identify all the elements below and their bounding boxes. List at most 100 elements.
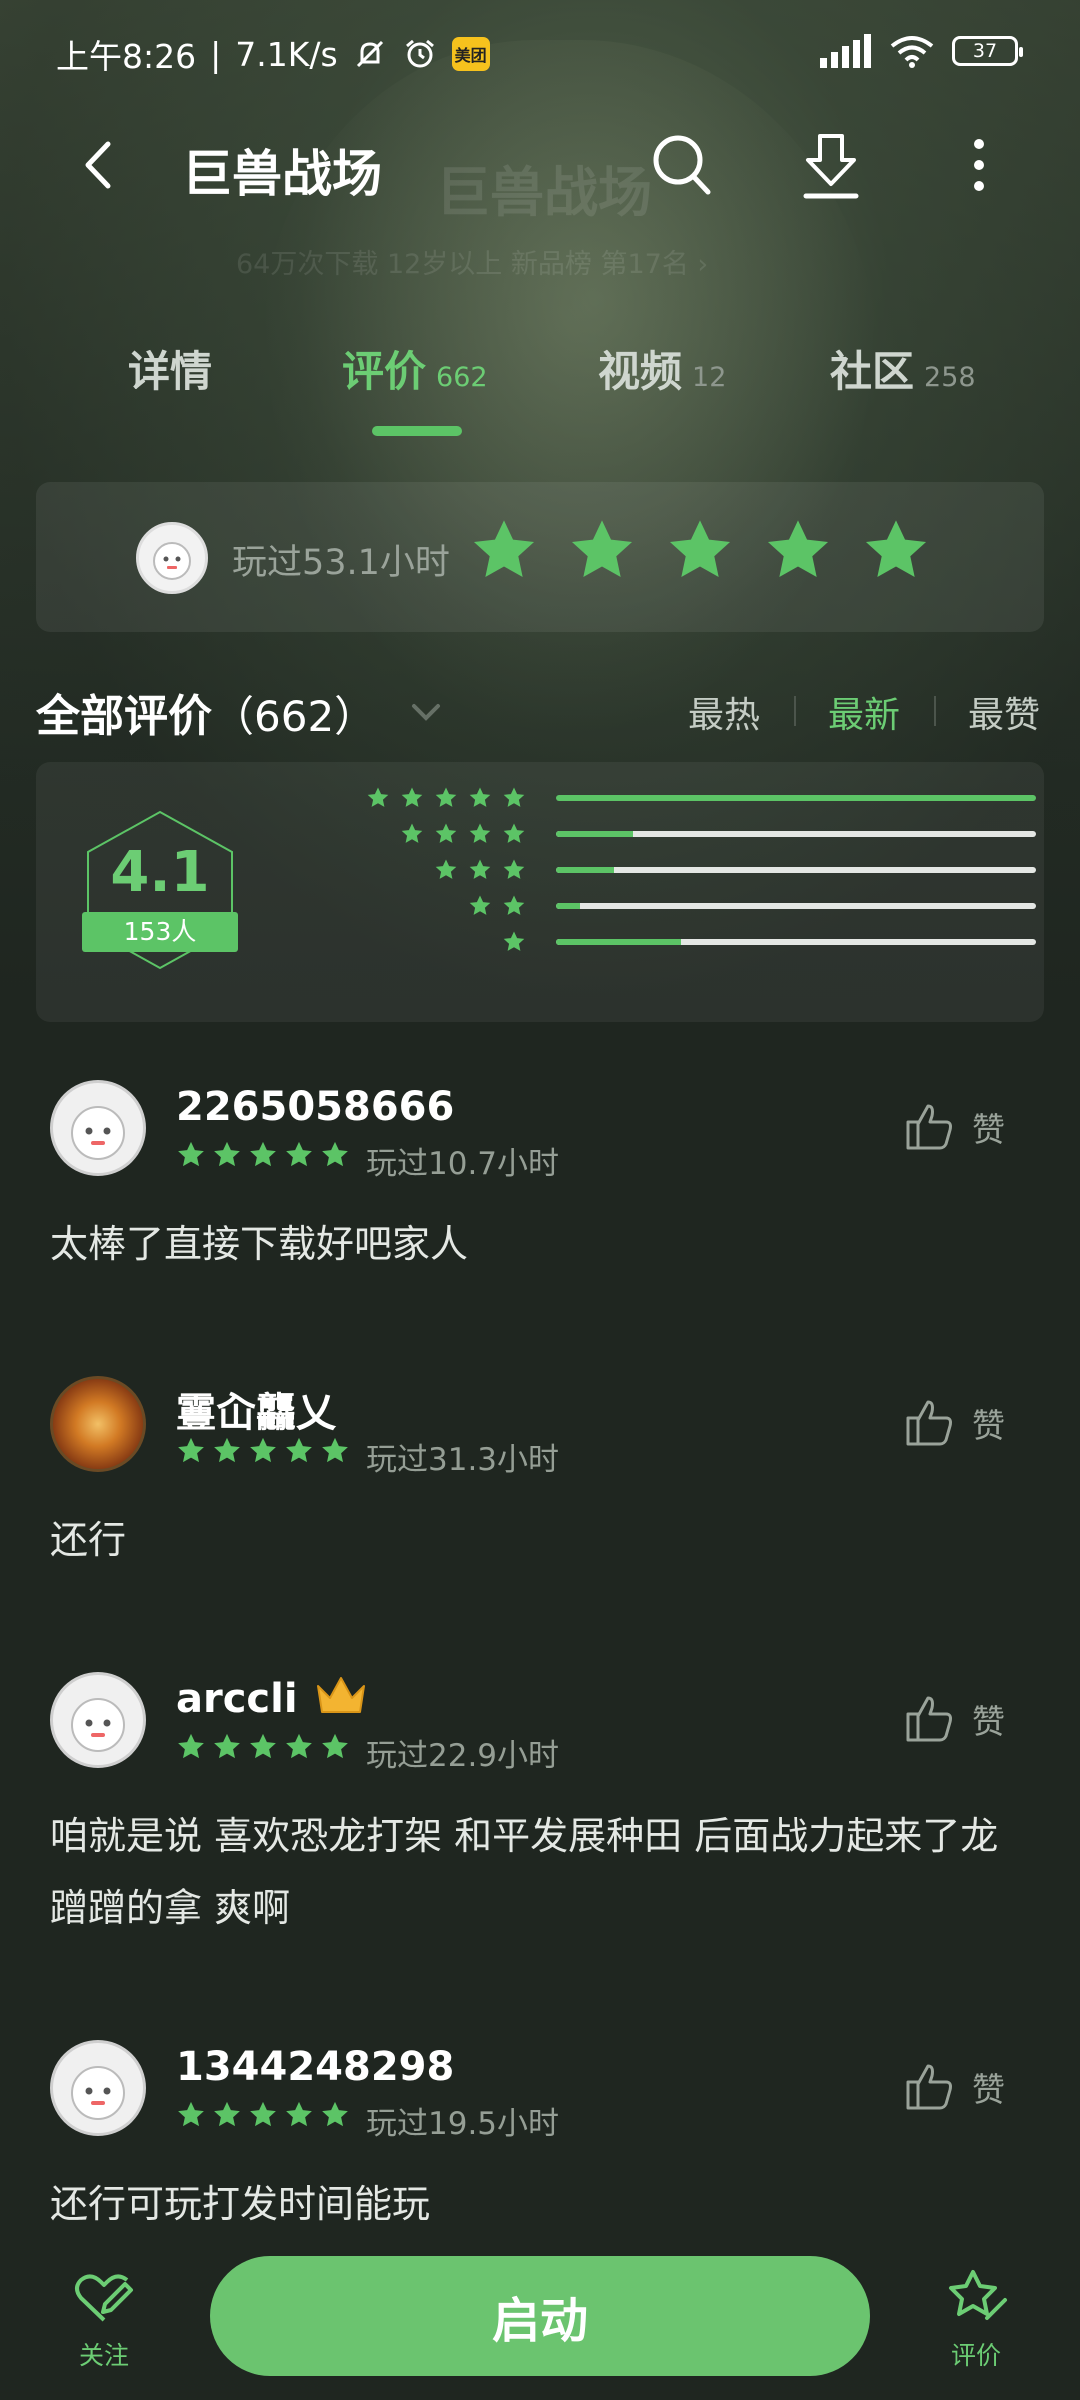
review-item: 1344248298 玩过19.5小时 赞 还行可玩打发时间能玩: [0, 2040, 1080, 2240]
review-stars: [176, 2100, 350, 2130]
distribution-stars: [336, 930, 526, 954]
tab-reviews-label: 评价: [342, 347, 427, 396]
my-star-rating[interactable]: [468, 516, 932, 586]
start-button[interactable]: 启动: [210, 2256, 870, 2376]
robot-avatar-icon: [71, 1698, 125, 1752]
tab-reviews-count: 662: [436, 362, 488, 393]
my-star-1[interactable]: [468, 516, 540, 586]
star-icon: [503, 823, 525, 843]
follow-button[interactable]: 关注: [44, 2266, 164, 2372]
tab-videos-label: 视频: [598, 347, 683, 396]
like-label: 赞: [972, 1702, 1005, 1741]
reviewer-name[interactable]: 1344248298: [176, 2044, 454, 2090]
back-button[interactable]: [70, 130, 130, 200]
tab-details[interactable]: 详情: [128, 338, 212, 399]
star-icon: [178, 1733, 204, 1759]
sort-divider: [794, 696, 796, 726]
reviewer-name[interactable]: arccli: [176, 1676, 298, 1722]
page-title: 巨兽战场: [182, 145, 382, 203]
like-button[interactable]: 赞: [902, 1100, 1005, 1154]
alarm-icon: [405, 39, 434, 68]
follow-label: 关注: [78, 2341, 129, 2370]
reviewer-name[interactable]: 2265058666: [176, 1084, 454, 1130]
distribution-stars: [336, 858, 526, 882]
distribution-row-5-star: [336, 784, 1036, 814]
more-menu-icon[interactable]: [944, 128, 1014, 202]
reviewer-avatar[interactable]: [50, 2040, 146, 2136]
reviews-count: （662）: [212, 692, 377, 741]
reviewer-name[interactable]: 霻屳龘乂: [176, 1380, 336, 1438]
top-bar: 巨兽战场: [0, 110, 1080, 220]
star-icon: [435, 823, 457, 843]
search-icon[interactable]: [646, 128, 716, 202]
robot-avatar-icon: [71, 1106, 125, 1160]
sort-newest[interactable]: 最新: [828, 686, 900, 738]
star-icon: [322, 1437, 348, 1463]
review-text: 还行可玩打发时间能玩: [50, 2182, 431, 2226]
star-icon: [435, 787, 457, 807]
like-button[interactable]: 赞: [902, 1396, 1005, 1450]
sort-most-liked[interactable]: 最赞: [968, 686, 1040, 738]
tab-community-count: 258: [924, 362, 976, 393]
reviewer-avatar[interactable]: [50, 1672, 146, 1768]
crown-icon: [316, 1677, 365, 1713]
star-icon: [286, 2101, 312, 2127]
reviewer-avatar[interactable]: [50, 1080, 146, 1176]
wifi-icon: [890, 36, 934, 68]
distribution-bar: [556, 795, 1036, 801]
tab-reviews[interactable]: 评价 662: [342, 338, 488, 399]
chevron-down-icon[interactable]: [406, 692, 446, 732]
my-star-3[interactable]: [664, 516, 736, 586]
my-star-4[interactable]: [762, 516, 834, 586]
sort-divider: [934, 696, 936, 726]
signal-icon: [820, 34, 871, 68]
hero-ghost-meta: 64万次下载 12岁以上 新品榜 第17名 ›: [236, 249, 709, 280]
rate-label: 评价: [950, 2341, 1001, 2370]
star-icon: [469, 787, 491, 807]
distribution-bar-fill: [556, 903, 580, 909]
rating-people-count: 153人: [82, 912, 238, 952]
distribution-bar: [556, 867, 1036, 873]
status-speed: 7.1K/s: [235, 34, 338, 74]
review-text: 还行: [50, 1518, 127, 1562]
distribution-row-2-star: [336, 892, 1036, 922]
tab-bar: 详情 评价 662 视频 12 社区 258: [0, 320, 1080, 440]
star-icon: [469, 823, 491, 843]
reviews-title[interactable]: 全部评价（662）: [36, 680, 376, 744]
review-playtime: 玩过10.7小时: [366, 1146, 560, 1182]
star-pen-icon: [949, 2270, 1007, 2320]
star-icon: [250, 1437, 276, 1463]
star-icon: [214, 1733, 240, 1759]
star-icon: [503, 859, 525, 879]
sort-hot[interactable]: 最热: [688, 686, 760, 738]
distribution-row-3-star: [336, 856, 1036, 886]
star-icon: [469, 895, 491, 915]
distribution-bar-fill: [556, 831, 633, 837]
distribution-bar: [556, 939, 1036, 945]
distribution-stars: [336, 894, 526, 918]
star-icon: [503, 787, 525, 807]
distribution-stars: [336, 786, 526, 810]
my-star-2[interactable]: [566, 516, 638, 586]
tab-videos[interactable]: 视频 12: [598, 338, 726, 399]
star-icon: [178, 1437, 204, 1463]
star-icon: [178, 1141, 204, 1167]
reviews-header: 全部评价（662） 最热 最新 最赞: [36, 672, 1044, 752]
star-icon: [322, 1141, 348, 1167]
distribution-row-4-star: [336, 820, 1036, 850]
status-bar: 上午8:26 | 7.1K/s 美团 37: [0, 0, 1080, 104]
download-icon[interactable]: [796, 128, 866, 202]
thumbs-up-icon: [906, 2064, 952, 2110]
distribution-bar-fill: [556, 867, 614, 873]
tab-community[interactable]: 社区 258: [830, 338, 976, 399]
thumbs-up-icon: [906, 1400, 952, 1446]
star-icon: [322, 2101, 348, 2127]
star-icon: [178, 2101, 204, 2127]
rate-button[interactable]: 评价: [916, 2266, 1036, 2372]
reviewer-avatar[interactable]: [50, 1376, 146, 1472]
like-button[interactable]: 赞: [902, 2060, 1005, 2114]
like-button[interactable]: 赞: [902, 1692, 1005, 1746]
review-playtime: 玩过31.3小时: [366, 1442, 560, 1478]
my-star-5[interactable]: [860, 516, 932, 586]
review-playtime: 玩过22.9小时: [366, 1738, 560, 1774]
